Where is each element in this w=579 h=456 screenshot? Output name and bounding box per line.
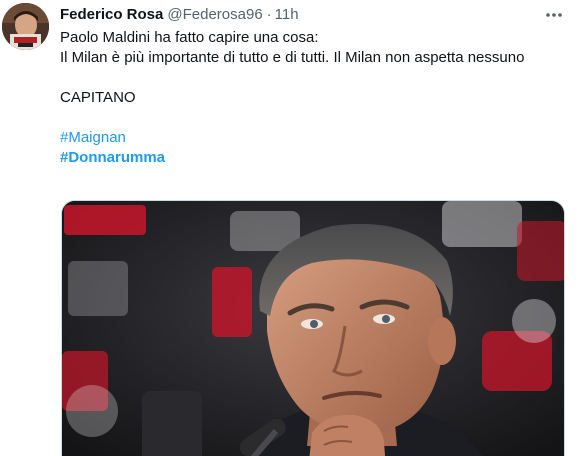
avatar-image: [2, 3, 49, 50]
hashtag-link[interactable]: #Donnarumma: [60, 148, 560, 168]
tweet-media[interactable]: [61, 200, 565, 456]
more-options-button[interactable]: [543, 4, 565, 26]
avatar[interactable]: [2, 3, 49, 50]
user-handle[interactable]: @Federosa96: [167, 5, 262, 25]
tweet-line: CAPITANO: [60, 89, 136, 106]
ellipsis-icon: [546, 13, 562, 17]
separator: ·: [266, 6, 272, 23]
hashtag-link[interactable]: #Maignan: [60, 128, 560, 148]
tweet-header: Federico Rosa @Federosa96 · 11h: [60, 4, 559, 26]
tweet[interactable]: Federico Rosa @Federosa96 · 11h Paolo Ma…: [0, 0, 579, 456]
tweet-text: Paolo Maldini ha fatto capire una cosa: …: [60, 28, 560, 168]
tweet-line: Il Milan è più importante di tutto e di …: [60, 49, 525, 66]
display-name[interactable]: Federico Rosa: [60, 5, 163, 25]
timestamp[interactable]: 11h: [275, 5, 299, 25]
tweet-line: Paolo Maldini ha fatto capire una cosa:: [60, 29, 319, 46]
press-conference-photo: [62, 201, 564, 456]
